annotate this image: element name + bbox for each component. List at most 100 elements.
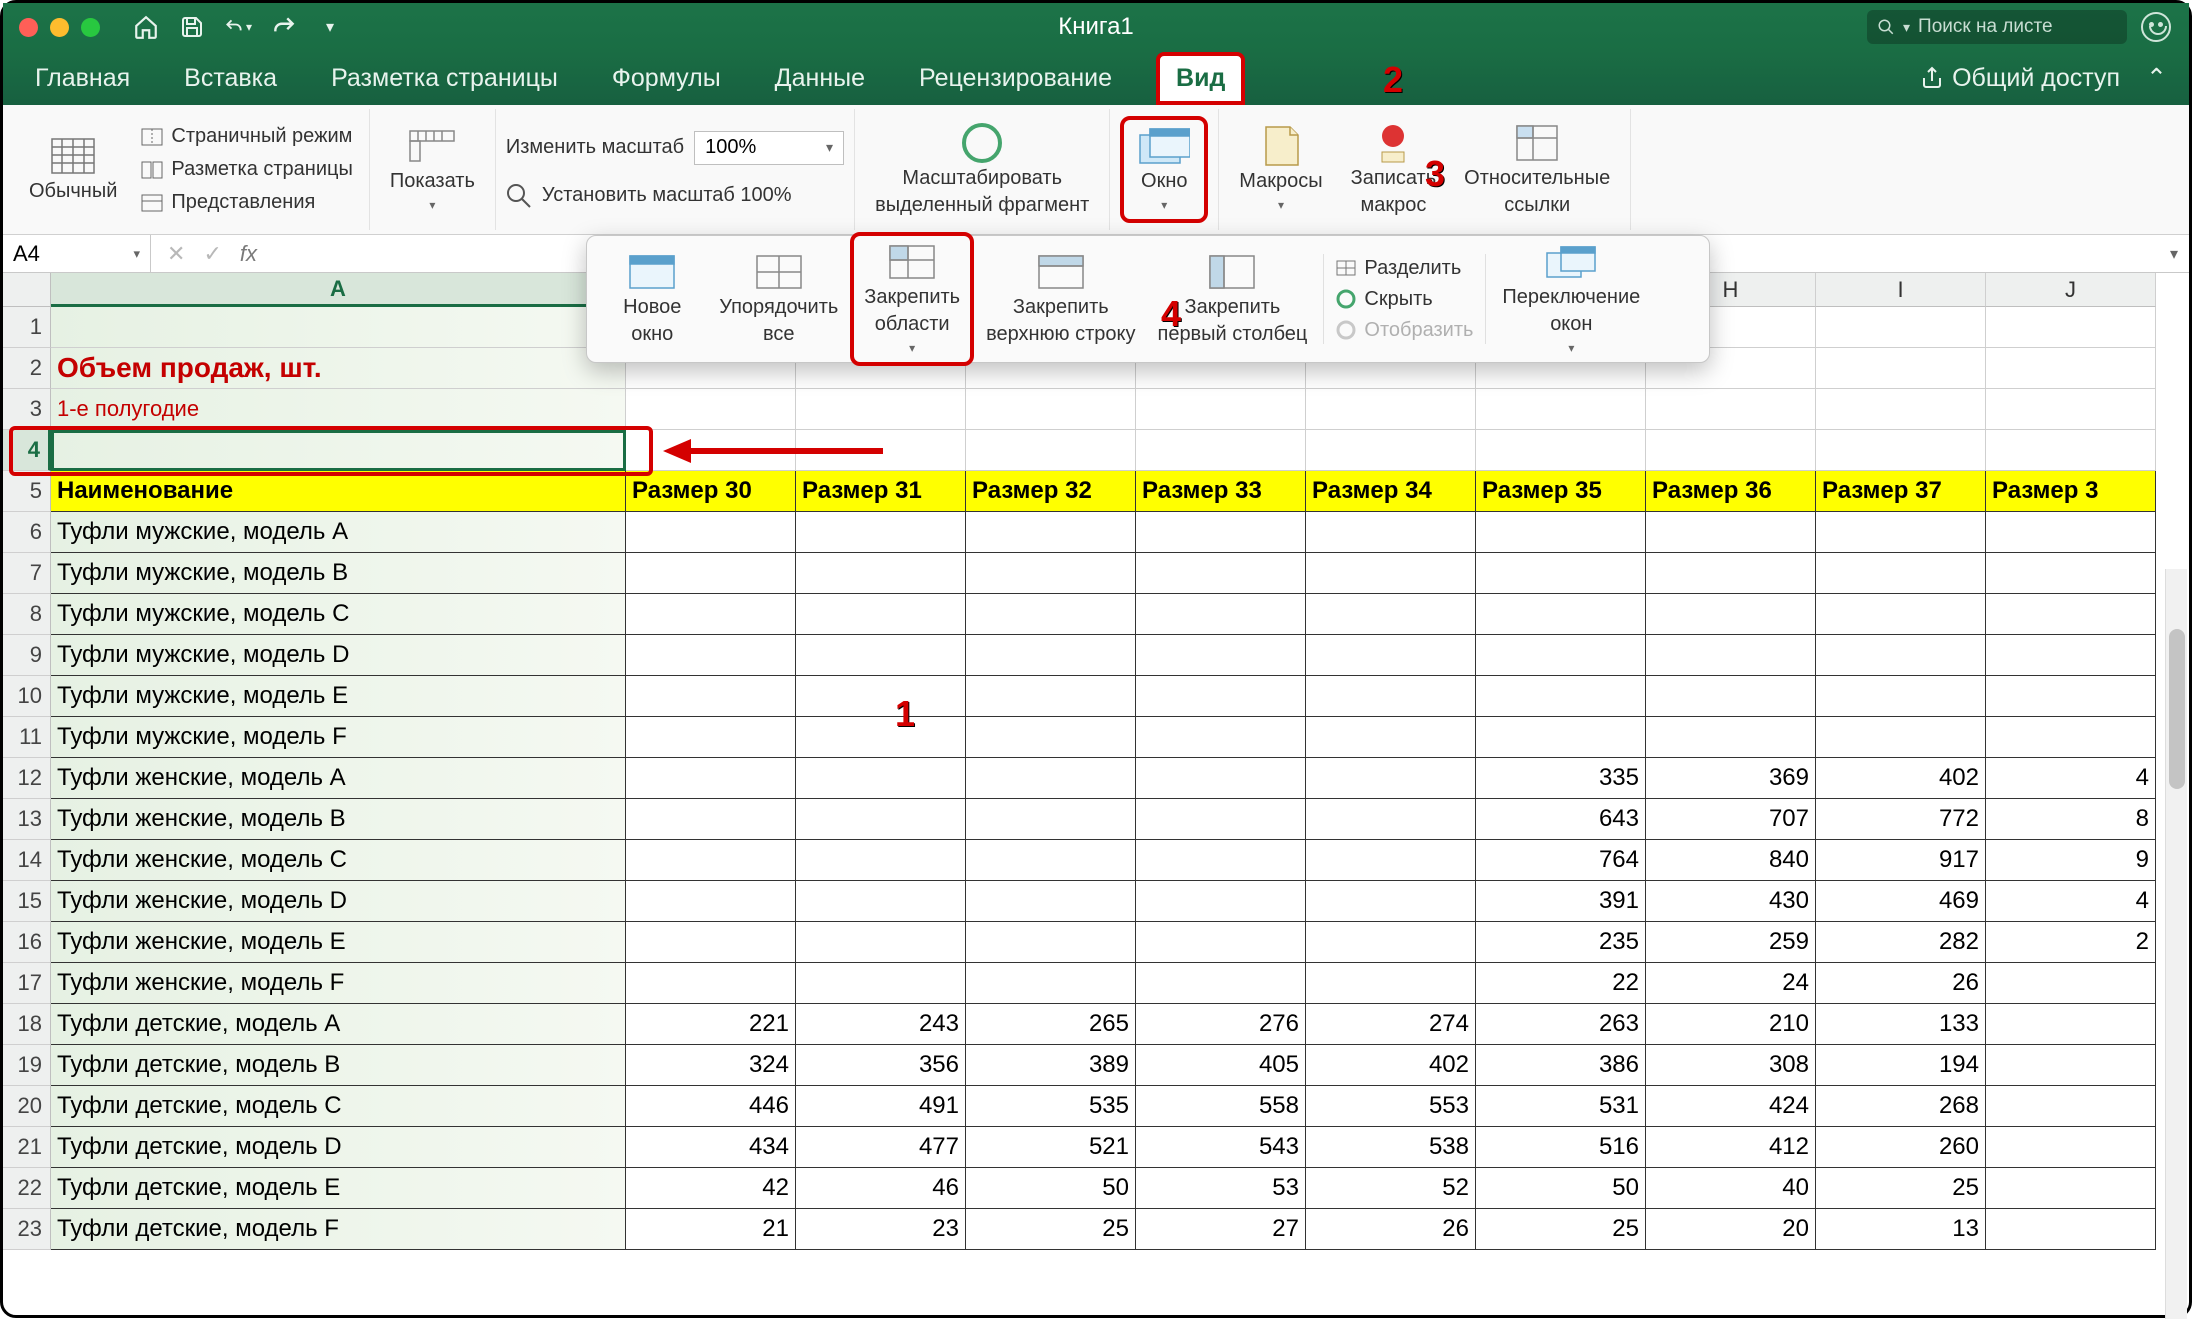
row-header-22[interactable]: 22	[3, 1168, 51, 1209]
cell[interactable]: Туфли мужские, модель A	[51, 512, 626, 553]
cell[interactable]	[1816, 717, 1986, 758]
cell[interactable]: 356	[796, 1045, 966, 1086]
show-button[interactable]: Показать	[380, 120, 485, 219]
cell[interactable]	[1136, 840, 1306, 881]
cell[interactable]: 643	[1476, 799, 1646, 840]
cell[interactable]	[626, 840, 796, 881]
switch-windows-button[interactable]: Переключениеокон	[1492, 236, 1650, 362]
cell[interactable]	[1816, 512, 1986, 553]
page-break-view-button[interactable]: Страничный режим	[135, 123, 358, 150]
expand-formula-bar-icon[interactable]: ▾	[2159, 244, 2189, 264]
cell[interactable]	[1476, 512, 1646, 553]
cell[interactable]: 308	[1646, 1045, 1816, 1086]
cell[interactable]: 8	[1986, 799, 2156, 840]
cell[interactable]: Размер 30	[626, 471, 796, 512]
cell[interactable]	[1816, 348, 1986, 389]
cell[interactable]: 268	[1816, 1086, 1986, 1127]
cell[interactable]: Туфли мужские, модель B	[51, 553, 626, 594]
home-icon[interactable]	[132, 13, 160, 41]
cell[interactable]: 405	[1136, 1045, 1306, 1086]
cell[interactable]	[1646, 594, 1816, 635]
cell[interactable]	[1986, 348, 2156, 389]
cell[interactable]: Размер 32	[966, 471, 1136, 512]
cell[interactable]	[1986, 1209, 2156, 1250]
cell[interactable]	[966, 922, 1136, 963]
cell[interactable]	[1986, 594, 2156, 635]
cell[interactable]	[1646, 635, 1816, 676]
cell[interactable]	[796, 553, 966, 594]
page-layout-view-button[interactable]: Разметка страницы	[135, 156, 358, 183]
cell[interactable]	[1136, 963, 1306, 1004]
row-header-15[interactable]: 15	[3, 881, 51, 922]
cell[interactable]	[1136, 512, 1306, 553]
cell[interactable]	[1136, 594, 1306, 635]
cell[interactable]	[1136, 635, 1306, 676]
cell[interactable]: 491	[796, 1086, 966, 1127]
row-header-1[interactable]: 1	[3, 307, 51, 348]
cell[interactable]: Туфли детские, модель D	[51, 1127, 626, 1168]
cell[interactable]	[1476, 594, 1646, 635]
cell[interactable]: 210	[1646, 1004, 1816, 1045]
minimize-window-button[interactable]	[50, 18, 69, 37]
cell[interactable]	[966, 676, 1136, 717]
cell[interactable]: Размер 37	[1816, 471, 1986, 512]
cell[interactable]	[1306, 430, 1476, 471]
cell[interactable]: 335	[1476, 758, 1646, 799]
cell[interactable]	[966, 963, 1136, 1004]
cell[interactable]: 538	[1306, 1127, 1476, 1168]
cell[interactable]: 764	[1476, 840, 1646, 881]
cell[interactable]: 521	[966, 1127, 1136, 1168]
cell[interactable]	[966, 594, 1136, 635]
row-header-5[interactable]: 5	[3, 471, 51, 512]
cell[interactable]: 516	[1476, 1127, 1646, 1168]
cell[interactable]	[796, 717, 966, 758]
cell[interactable]	[1986, 1004, 2156, 1045]
cell[interactable]	[1136, 881, 1306, 922]
cell[interactable]	[1646, 676, 1816, 717]
cell[interactable]: 259	[1646, 922, 1816, 963]
cell[interactable]	[51, 307, 626, 348]
row-header-4[interactable]: 4	[3, 430, 51, 471]
cell[interactable]: 324	[626, 1045, 796, 1086]
cell[interactable]	[1986, 553, 2156, 594]
macros-button[interactable]: Макросы	[1229, 120, 1332, 219]
cell[interactable]: Размер 3	[1986, 471, 2156, 512]
cell[interactable]	[626, 881, 796, 922]
cell[interactable]	[1136, 389, 1306, 430]
cell[interactable]	[1306, 594, 1476, 635]
cancel-formula-icon[interactable]: ✕	[167, 241, 185, 267]
cell[interactable]: 282	[1816, 922, 1986, 963]
undo-icon[interactable]: ▾	[224, 13, 252, 41]
column-header-A[interactable]: A	[51, 273, 626, 307]
cell[interactable]: 772	[1816, 799, 1986, 840]
cell[interactable]: 389	[966, 1045, 1136, 1086]
cell[interactable]	[1476, 717, 1646, 758]
cell[interactable]: 9	[1986, 840, 2156, 881]
row-header-14[interactable]: 14	[3, 840, 51, 881]
relative-references-button[interactable]: Относительныессылки	[1454, 117, 1620, 223]
cell[interactable]	[1816, 635, 1986, 676]
cell[interactable]: 917	[1816, 840, 1986, 881]
cell[interactable]	[1986, 676, 2156, 717]
custom-views-button[interactable]: Представления	[135, 189, 358, 216]
cell[interactable]	[966, 758, 1136, 799]
cell[interactable]	[796, 922, 966, 963]
name-box[interactable]: A4	[3, 235, 151, 272]
cell[interactable]: 24	[1646, 963, 1816, 1004]
cell[interactable]: Размер 34	[1306, 471, 1476, 512]
cell[interactable]: Туфли женские, модель E	[51, 922, 626, 963]
cell[interactable]	[966, 430, 1136, 471]
cell[interactable]: Туфли женские, модель B	[51, 799, 626, 840]
cell[interactable]	[796, 963, 966, 1004]
column-header-I[interactable]: I	[1816, 273, 1986, 307]
cell[interactable]: Наименование	[51, 471, 626, 512]
cell[interactable]: 434	[626, 1127, 796, 1168]
cell[interactable]	[1476, 553, 1646, 594]
cell[interactable]: Туфли мужские, модель F	[51, 717, 626, 758]
tab-insert[interactable]: Вставка	[174, 58, 287, 99]
cell[interactable]: 386	[1476, 1045, 1646, 1086]
cell[interactable]	[796, 799, 966, 840]
cell[interactable]	[1306, 676, 1476, 717]
freeze-panes-button[interactable]: Закрепитьобласти	[850, 232, 974, 366]
row-header-11[interactable]: 11	[3, 717, 51, 758]
